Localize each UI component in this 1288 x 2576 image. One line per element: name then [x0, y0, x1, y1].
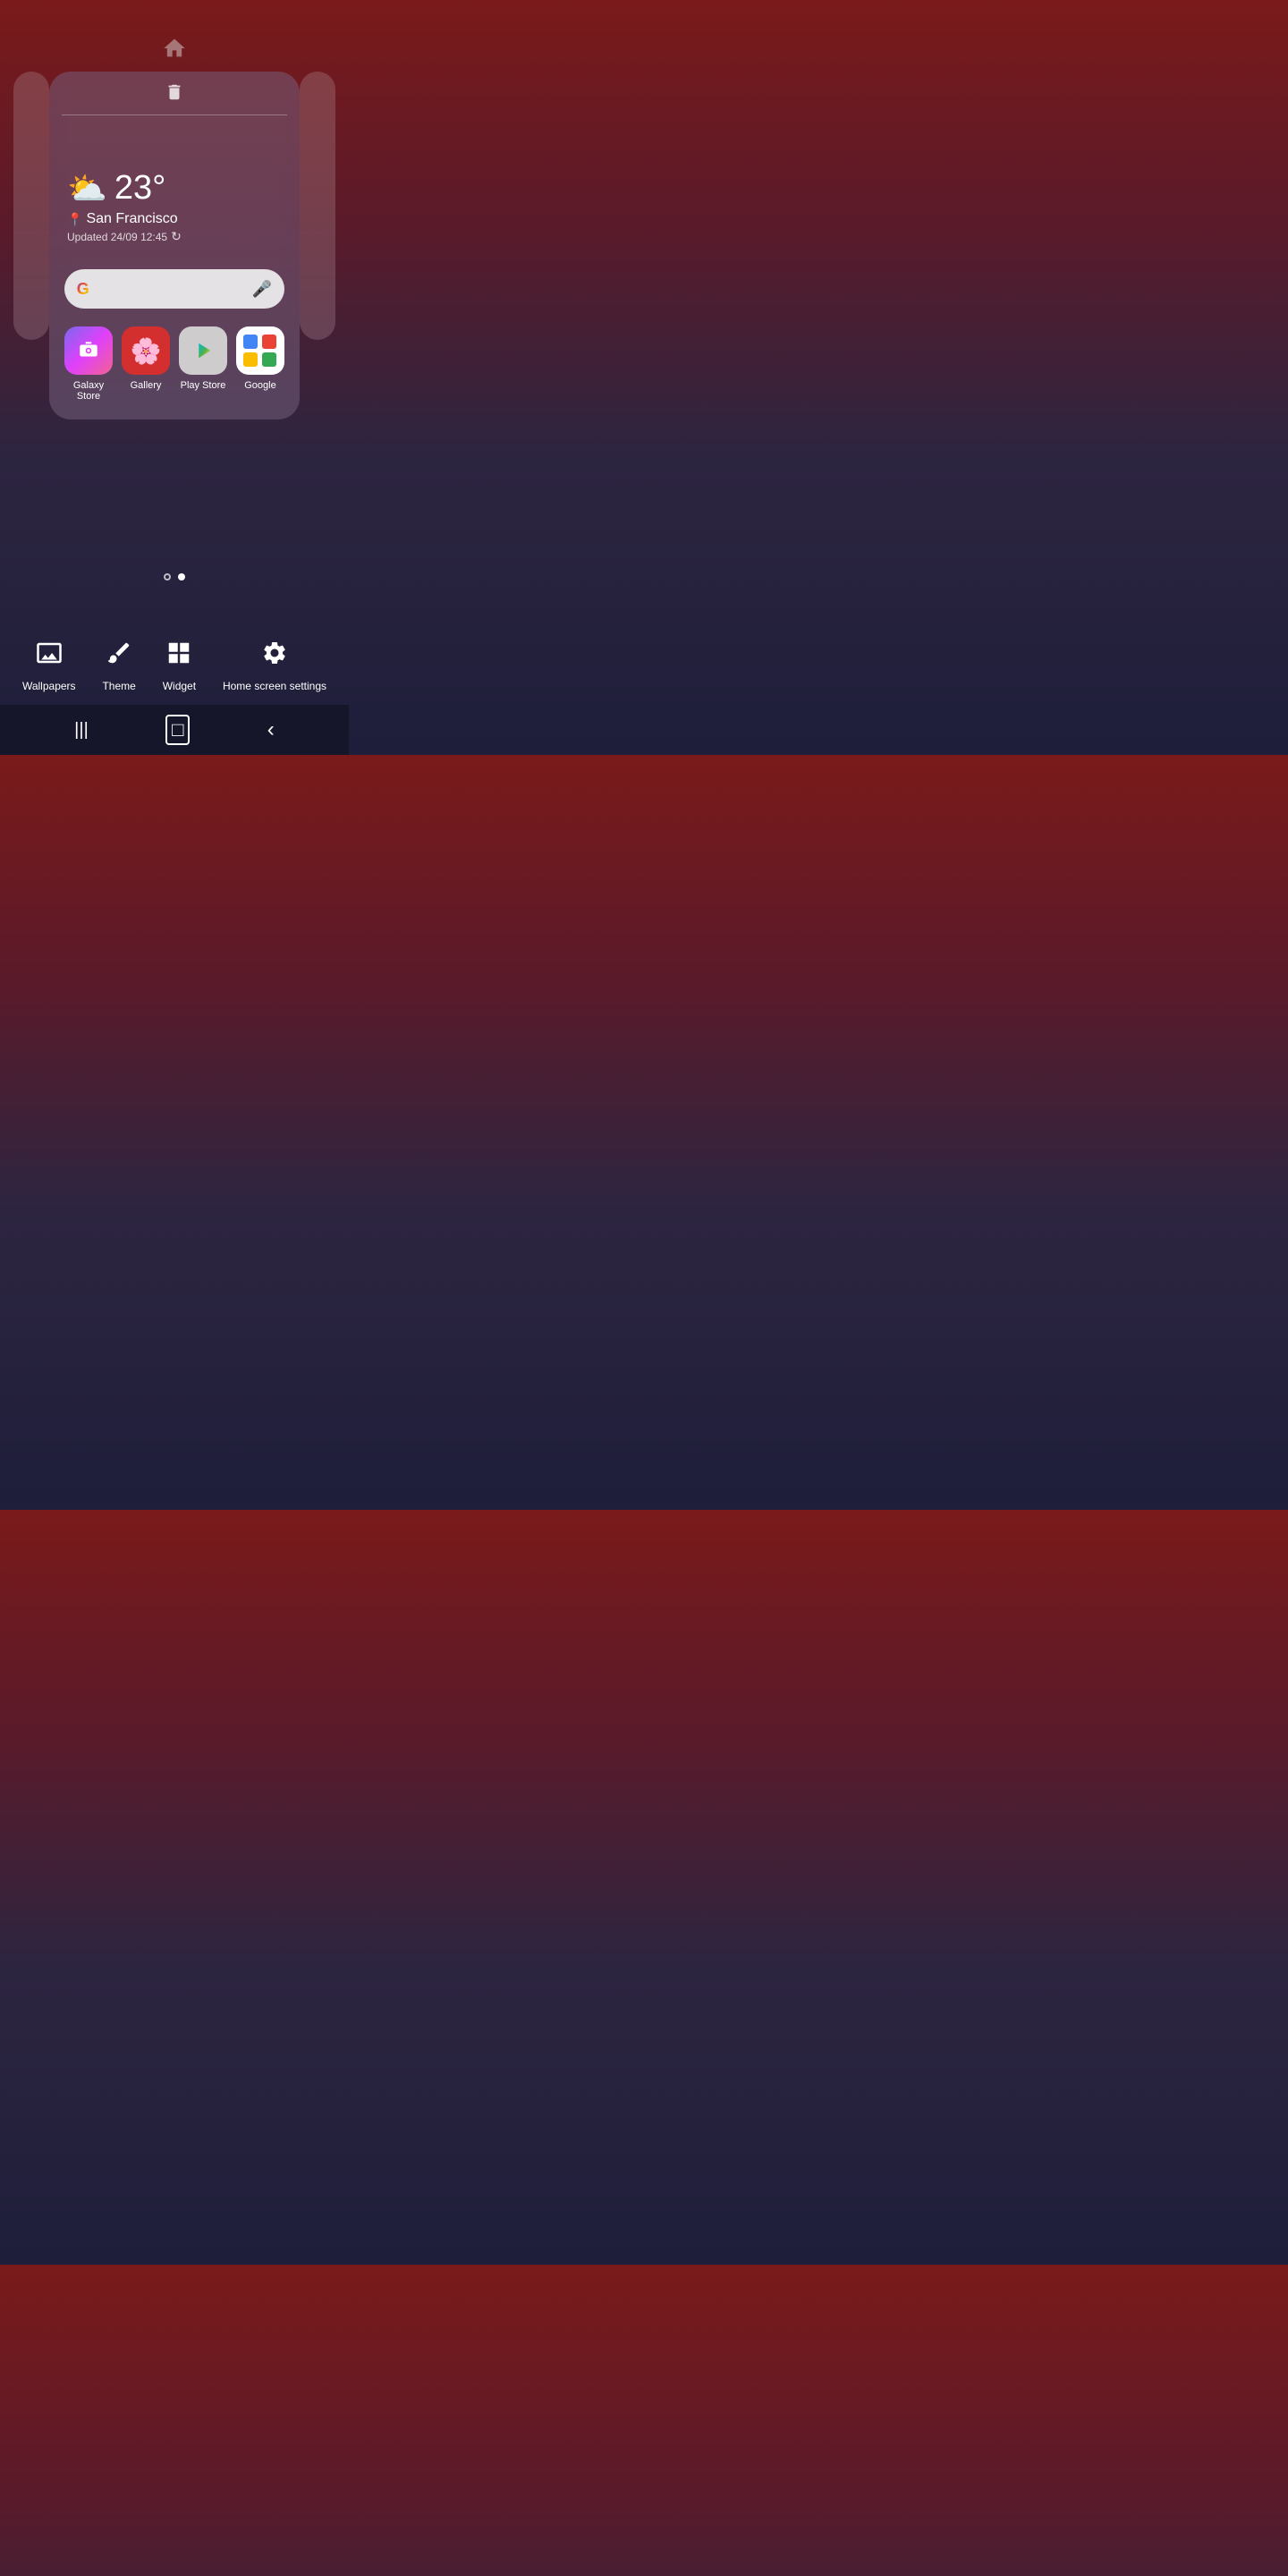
right-side-card: [300, 72, 335, 340]
galaxy-store-icon: [64, 326, 113, 375]
apps-row: GalaxyStore 🌸 Gallery: [49, 319, 300, 419]
toolbar-theme[interactable]: Theme: [102, 640, 135, 692]
widget-label: Widget: [163, 680, 196, 692]
updated-row: Updated 24/09 12:45 ↻: [67, 229, 282, 244]
home-screen-settings-label: Home screen settings: [223, 680, 326, 692]
google-search-bar[interactable]: G 🎤: [64, 269, 284, 309]
galaxy-store-label: GalaxyStore: [73, 380, 104, 402]
play-store-label: Play Store: [181, 380, 226, 391]
microphone-icon[interactable]: 🎤: [252, 280, 272, 299]
location-pin-icon: 📍: [67, 212, 82, 227]
weather-section: ⛅ 23° 📍 San Francisco Updated 24/09 12:4…: [49, 115, 300, 258]
weather-row: ⛅ 23°: [67, 169, 282, 208]
app-gallery[interactable]: 🌸 Gallery: [122, 326, 170, 402]
toolbar-wallpapers[interactable]: Wallpapers: [22, 640, 76, 692]
toolbar-home-screen-settings[interactable]: Home screen settings: [223, 640, 326, 692]
google-icon: [236, 326, 284, 375]
wallpapers-label: Wallpapers: [22, 680, 76, 692]
wallpapers-icon: [36, 640, 63, 673]
app-galaxy-store[interactable]: GalaxyStore: [64, 326, 113, 402]
gallery-icon: 🌸: [122, 326, 170, 375]
back-button[interactable]: ‹: [267, 717, 275, 742]
toolbar-widget[interactable]: Widget: [163, 640, 196, 692]
gallery-label: Gallery: [131, 380, 162, 391]
theme-icon: [106, 640, 132, 673]
nav-bar: ||| □ ‹: [0, 705, 349, 755]
home-top-icon: [162, 36, 187, 67]
left-side-card: [13, 72, 49, 340]
settings-icon: [261, 640, 288, 673]
refresh-icon[interactable]: ↻: [171, 229, 182, 244]
page-dot-1[interactable]: [164, 573, 171, 580]
updated-text: Updated 24/09 12:45: [67, 231, 167, 243]
google-g-logo: G: [77, 280, 89, 299]
app-google[interactable]: Google: [236, 326, 284, 402]
widget-icon: [165, 640, 192, 673]
theme-label: Theme: [102, 680, 135, 692]
delete-icon[interactable]: [165, 82, 184, 107]
google-label: Google: [244, 380, 275, 391]
recents-button[interactable]: |||: [74, 720, 89, 741]
location-name: San Francisco: [86, 211, 177, 227]
app-play-store[interactable]: Play Store: [179, 326, 227, 402]
card-area: ⛅ 23° 📍 San Francisco Updated 24/09 12:4…: [0, 72, 349, 419]
page-dots: [164, 573, 185, 580]
bottom-toolbar: Wallpapers Theme Widget Home screen sett…: [0, 625, 349, 701]
play-store-icon: [179, 326, 227, 375]
location-row: 📍 San Francisco: [67, 211, 282, 227]
main-card: ⛅ 23° 📍 San Francisco Updated 24/09 12:4…: [49, 72, 300, 419]
weather-icon: ⛅: [67, 170, 107, 208]
home-button[interactable]: □: [165, 715, 190, 745]
page-dot-2[interactable]: [178, 573, 185, 580]
temperature: 23°: [114, 169, 165, 208]
